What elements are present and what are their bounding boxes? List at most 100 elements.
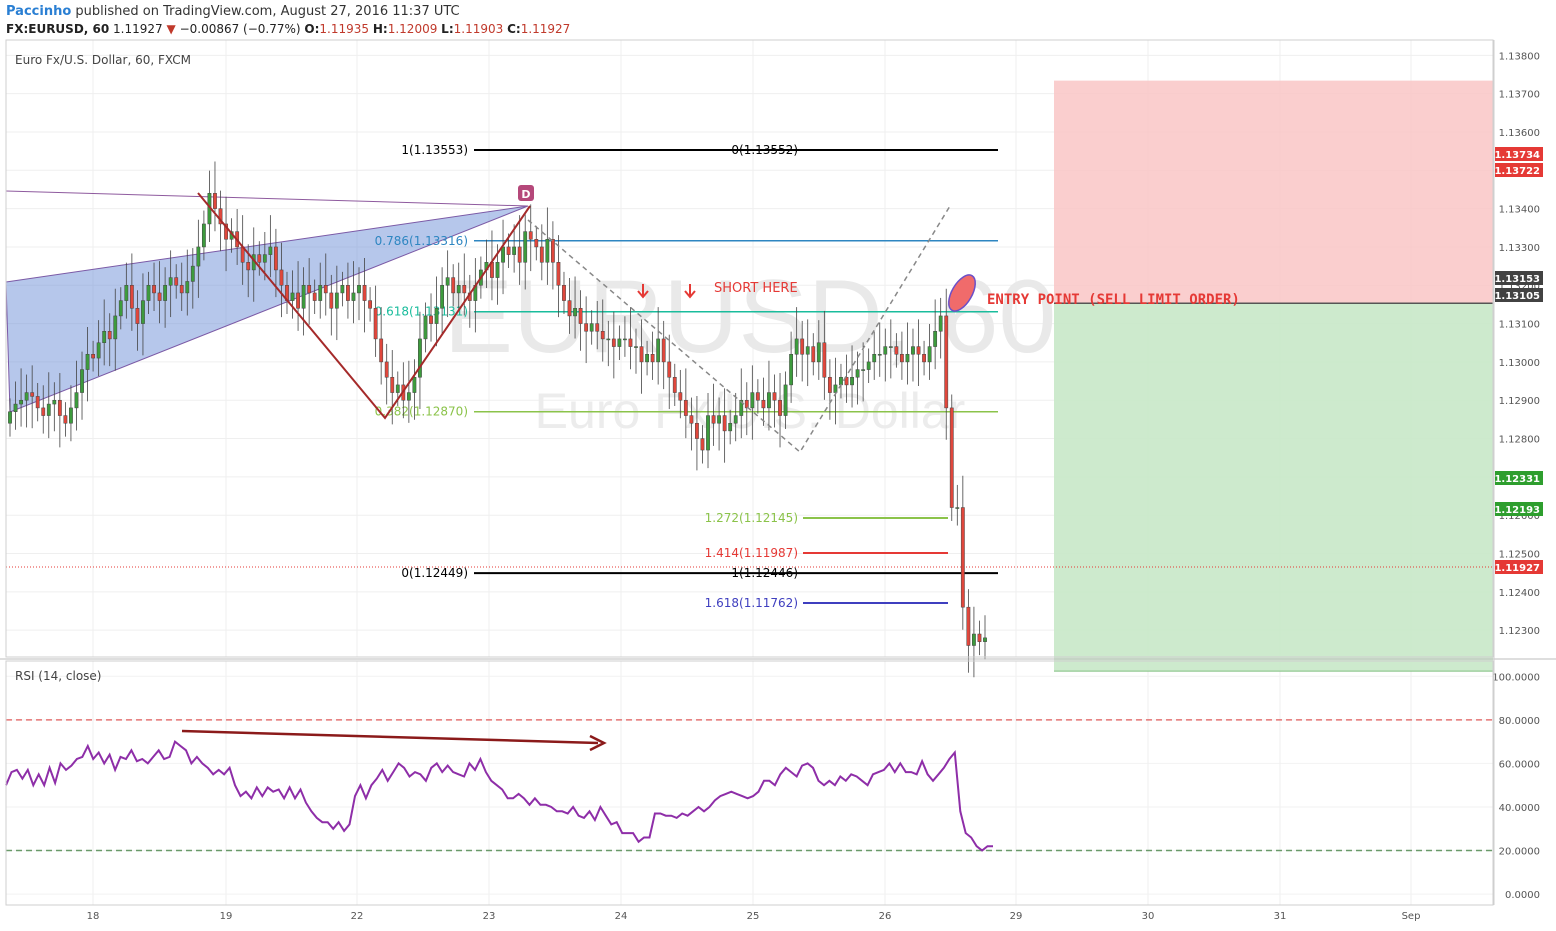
candle-body — [362, 285, 367, 301]
candle-body — [102, 331, 107, 344]
candle-body — [600, 331, 605, 340]
stop-loss-zone — [1054, 80, 1493, 304]
rsi-tick-label: 80.0000 — [1499, 716, 1540, 727]
candle-body — [357, 285, 361, 294]
candle-body — [700, 438, 705, 451]
rsi-tick-label: 60.0000 — [1499, 759, 1540, 770]
candle-body — [800, 338, 805, 355]
x-tick-label: 26 — [879, 911, 892, 922]
y-tick-label: 1.12500 — [1499, 550, 1540, 561]
candle-body — [434, 308, 439, 324]
price-badge-label: 1.13734 — [1494, 150, 1540, 161]
candle-body — [667, 361, 672, 378]
candle-body — [789, 353, 794, 386]
candle-body — [983, 637, 987, 642]
candle-body — [517, 246, 522, 263]
candle-body — [445, 277, 450, 286]
candle-body — [650, 353, 655, 363]
candle-body — [523, 231, 528, 263]
x-tick-label: 23 — [483, 911, 496, 922]
candle-body — [279, 269, 284, 286]
price-badge-label: 1.13722 — [1494, 166, 1540, 177]
candle-body — [672, 376, 677, 393]
candle-body — [827, 376, 832, 393]
candle-body — [274, 246, 278, 271]
rsi-pane-frame — [5, 660, 1494, 906]
candle-body — [152, 285, 156, 294]
candle-body — [794, 338, 799, 355]
candle-body — [213, 193, 217, 209]
candle-body — [124, 285, 129, 301]
candle-body — [368, 300, 372, 309]
take-profit-zone — [1054, 303, 1493, 672]
x-tick-label: 19 — [220, 911, 233, 922]
candle-body — [80, 369, 84, 393]
x-tick-label: 29 — [1010, 911, 1023, 922]
candle-body — [418, 338, 422, 378]
candle-body — [268, 246, 273, 255]
candle-body — [783, 384, 788, 416]
candle-body — [728, 422, 733, 432]
candle-body — [57, 399, 62, 416]
x-tick-label: 30 — [1142, 911, 1155, 922]
candle-body — [578, 308, 583, 324]
candle-body — [512, 246, 517, 255]
candle-body — [290, 292, 295, 301]
fib-retracement-label: 0(1.12449) — [401, 566, 468, 580]
chart-canvas[interactable]: EURUSD, 60 Euro Fx/U.S. Dollar 1(1.13553… — [0, 0, 1556, 931]
candle-body — [944, 315, 949, 409]
price-badge-label: 1.13153 — [1494, 274, 1540, 285]
y-tick-label: 1.12900 — [1499, 396, 1540, 407]
fib-extension-label: 1.272(1.12145) — [705, 511, 798, 525]
candle-body — [107, 331, 112, 340]
candle-body — [883, 346, 888, 355]
candle-body — [805, 346, 810, 355]
candle-body — [456, 285, 461, 294]
candle-body — [46, 403, 51, 416]
fib-extension-label: 0(1.13552) — [731, 143, 798, 157]
candle-body — [501, 246, 505, 263]
candle-body — [163, 285, 168, 301]
candle-body — [395, 384, 400, 393]
candle-body — [196, 246, 201, 267]
candle-body — [595, 323, 600, 332]
price-badge-label: 1.12331 — [1494, 474, 1540, 485]
rsi-tick-label: 20.0000 — [1499, 847, 1540, 858]
fib-extension-label: 1(1.12446) — [731, 566, 798, 580]
candle-body — [307, 285, 312, 294]
candle-body — [340, 285, 345, 294]
candle-body — [301, 285, 306, 309]
candle-body — [584, 323, 589, 332]
candle-body — [318, 285, 323, 301]
x-tick-label: 31 — [1274, 911, 1287, 922]
y-tick-label: 1.13600 — [1499, 128, 1540, 139]
fib-retracement-label: 0.786(1.13316) — [375, 234, 468, 248]
candle-body — [351, 292, 356, 301]
price-badge-label: 1.12193 — [1494, 505, 1540, 516]
candle-body — [406, 392, 411, 401]
y-tick-label: 1.13700 — [1499, 90, 1540, 101]
candle-body — [257, 254, 262, 263]
candle-body — [85, 353, 90, 370]
candle-body — [905, 353, 910, 363]
candle-body — [645, 353, 649, 363]
candle-body — [877, 353, 882, 356]
candle-body — [185, 281, 190, 294]
candle-body — [689, 415, 694, 424]
candle-body — [528, 231, 533, 240]
candle-body — [562, 285, 566, 301]
candle-body — [462, 285, 467, 294]
candle-body — [683, 399, 688, 416]
x-tick-label: 22 — [351, 911, 364, 922]
candle-body — [722, 415, 727, 432]
chart-title: Euro Fx/U.S. Dollar, 60, FXCM — [15, 53, 191, 67]
candle-body — [589, 323, 594, 332]
position-zones — [1054, 80, 1493, 672]
candle-body — [888, 346, 893, 348]
candle-body — [262, 254, 267, 263]
candle-body — [706, 415, 710, 451]
x-tick-label: Sep — [1402, 911, 1421, 922]
candle-body — [312, 292, 317, 301]
candle-body — [174, 277, 179, 286]
candle-body — [634, 346, 638, 348]
